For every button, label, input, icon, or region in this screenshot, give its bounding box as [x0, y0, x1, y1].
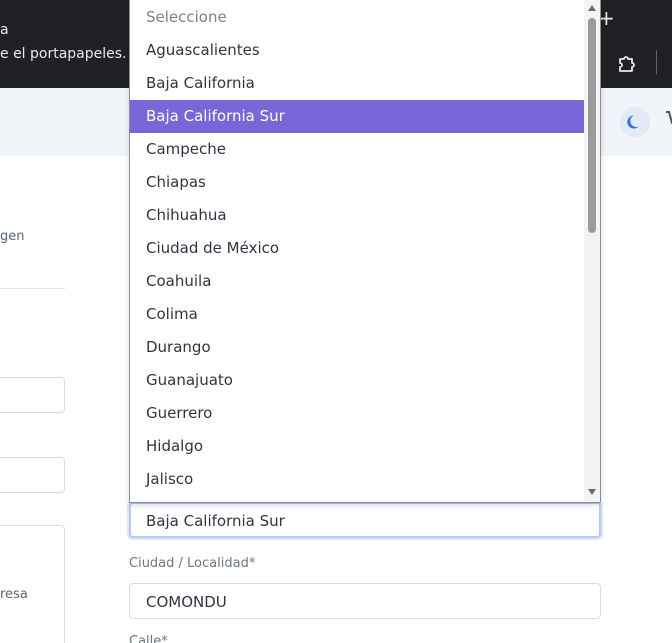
scroll-up-arrow-icon[interactable] — [588, 5, 596, 11]
toolbar-divider — [656, 50, 657, 74]
moon-icon — [627, 115, 639, 129]
city-label: Ciudad / Localidad* — [129, 556, 256, 571]
company-label: resa — [0, 587, 28, 602]
dropdown-placeholder[interactable]: Seleccione — [130, 1, 585, 34]
dropdown-option[interactable]: Ciudad de México — [130, 232, 585, 265]
image-label: gen — [0, 229, 25, 244]
dropdown-option[interactable]: Durango — [130, 331, 585, 364]
dropdown-scrollbar[interactable] — [584, 0, 600, 502]
left-input-2[interactable] — [0, 457, 65, 493]
dropdown-option[interactable]: Aguascalientes — [130, 34, 585, 67]
theme-toggle-button[interactable] — [620, 107, 650, 137]
dropdown-option[interactable]: Chiapas — [130, 166, 585, 199]
puzzle-icon[interactable] — [616, 52, 638, 74]
dropdown-option[interactable]: Colima — [130, 298, 585, 331]
state-dropdown-list[interactable]: Seleccione Aguascalientes Baja Californi… — [129, 0, 601, 503]
street-label: Calle* — [129, 634, 168, 643]
cart-icon[interactable] — [664, 108, 672, 132]
divider — [0, 288, 65, 289]
dropdown-option-selected[interactable]: Baja California Sur — [130, 100, 585, 133]
left-input-1[interactable] — [0, 377, 65, 413]
dropdown-option[interactable]: Hidalgo — [130, 430, 585, 463]
dropdown-option[interactable]: Chihuahua — [130, 199, 585, 232]
clipboard-toast-message: e el portapapeles. — [0, 46, 127, 62]
state-select[interactable]: Baja California Sur — [129, 502, 601, 538]
city-input[interactable]: COMONDU — [129, 583, 601, 619]
clipboard-toast-title: a — [0, 22, 9, 38]
dropdown-option[interactable]: Jalisco — [130, 463, 585, 496]
dropdown-option[interactable]: Coahuila — [130, 265, 585, 298]
dropdown-option[interactable]: Campeche — [130, 133, 585, 166]
scrollbar-thumb[interactable] — [588, 18, 596, 233]
dropdown-option[interactable]: Baja California — [130, 67, 585, 100]
company-card — [0, 525, 65, 643]
scroll-down-arrow-icon[interactable] — [588, 489, 596, 495]
dropdown-option[interactable]: Guanajuato — [130, 364, 585, 397]
dropdown-option[interactable]: Guerrero — [130, 397, 585, 430]
